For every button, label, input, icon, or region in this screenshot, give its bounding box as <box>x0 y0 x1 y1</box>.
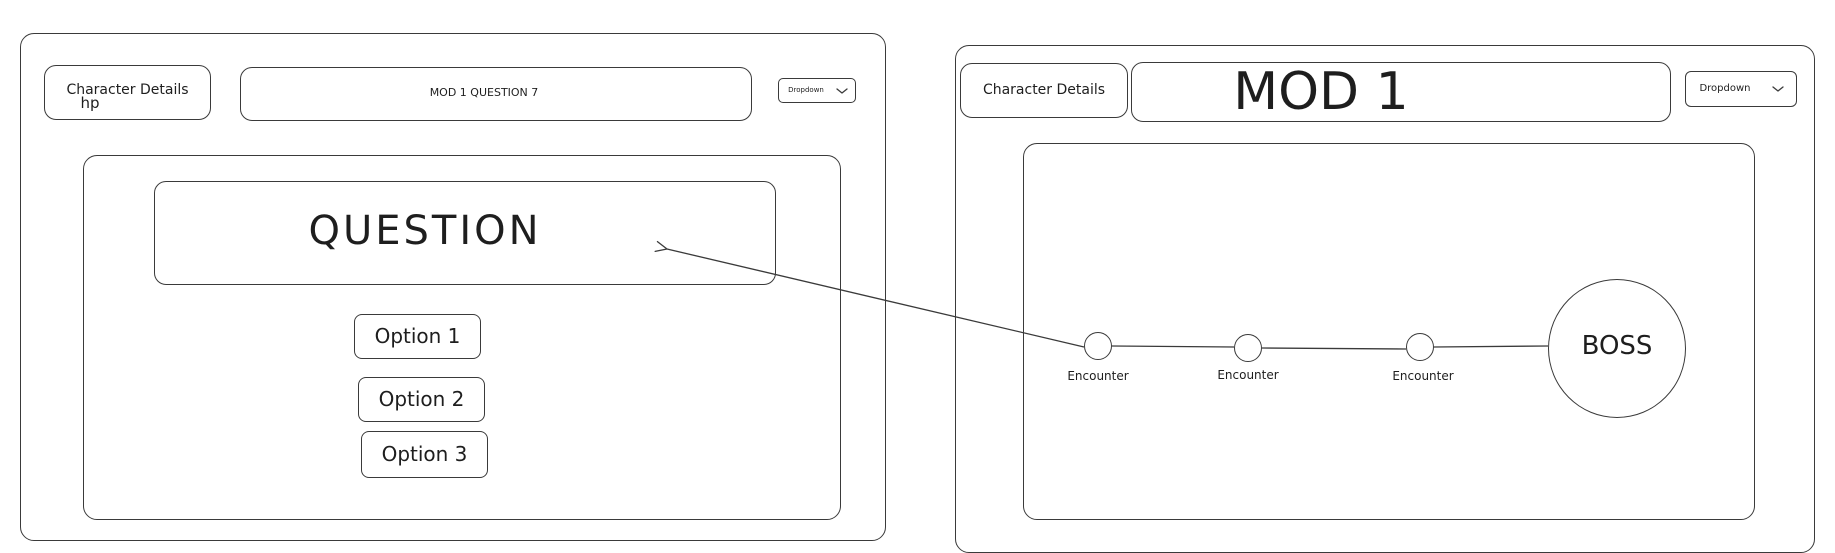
encounter-node-1[interactable] <box>1084 332 1112 360</box>
encounter-node-3[interactable] <box>1406 333 1434 361</box>
option-3-label: Option 3 <box>381 442 468 466</box>
boss-label: BOSS <box>1581 331 1653 361</box>
encounter-label-2: Encounter <box>1217 368 1279 382</box>
hp-label: hp <box>80 94 100 112</box>
dropdown-label: Dropdown <box>788 86 824 94</box>
encounter-label-3: Encounter <box>1392 369 1454 383</box>
dropdown-label: Dropdown <box>1699 82 1751 94</box>
option-2-label: Option 2 <box>378 387 465 411</box>
chevron-down-icon <box>1770 81 1786 95</box>
page-title: MOD 1 <box>1233 62 1409 122</box>
chevron-down-icon <box>834 83 850 97</box>
character-details-label: Character Details <box>982 82 1106 98</box>
option-1-label: Option 1 <box>374 324 461 348</box>
encounter-label-1: Encounter <box>1067 369 1129 383</box>
page-title: MOD 1 QUESTION 7 <box>429 85 539 99</box>
question-text: QUESTION <box>308 208 542 254</box>
encounter-node-2[interactable] <box>1234 334 1262 362</box>
